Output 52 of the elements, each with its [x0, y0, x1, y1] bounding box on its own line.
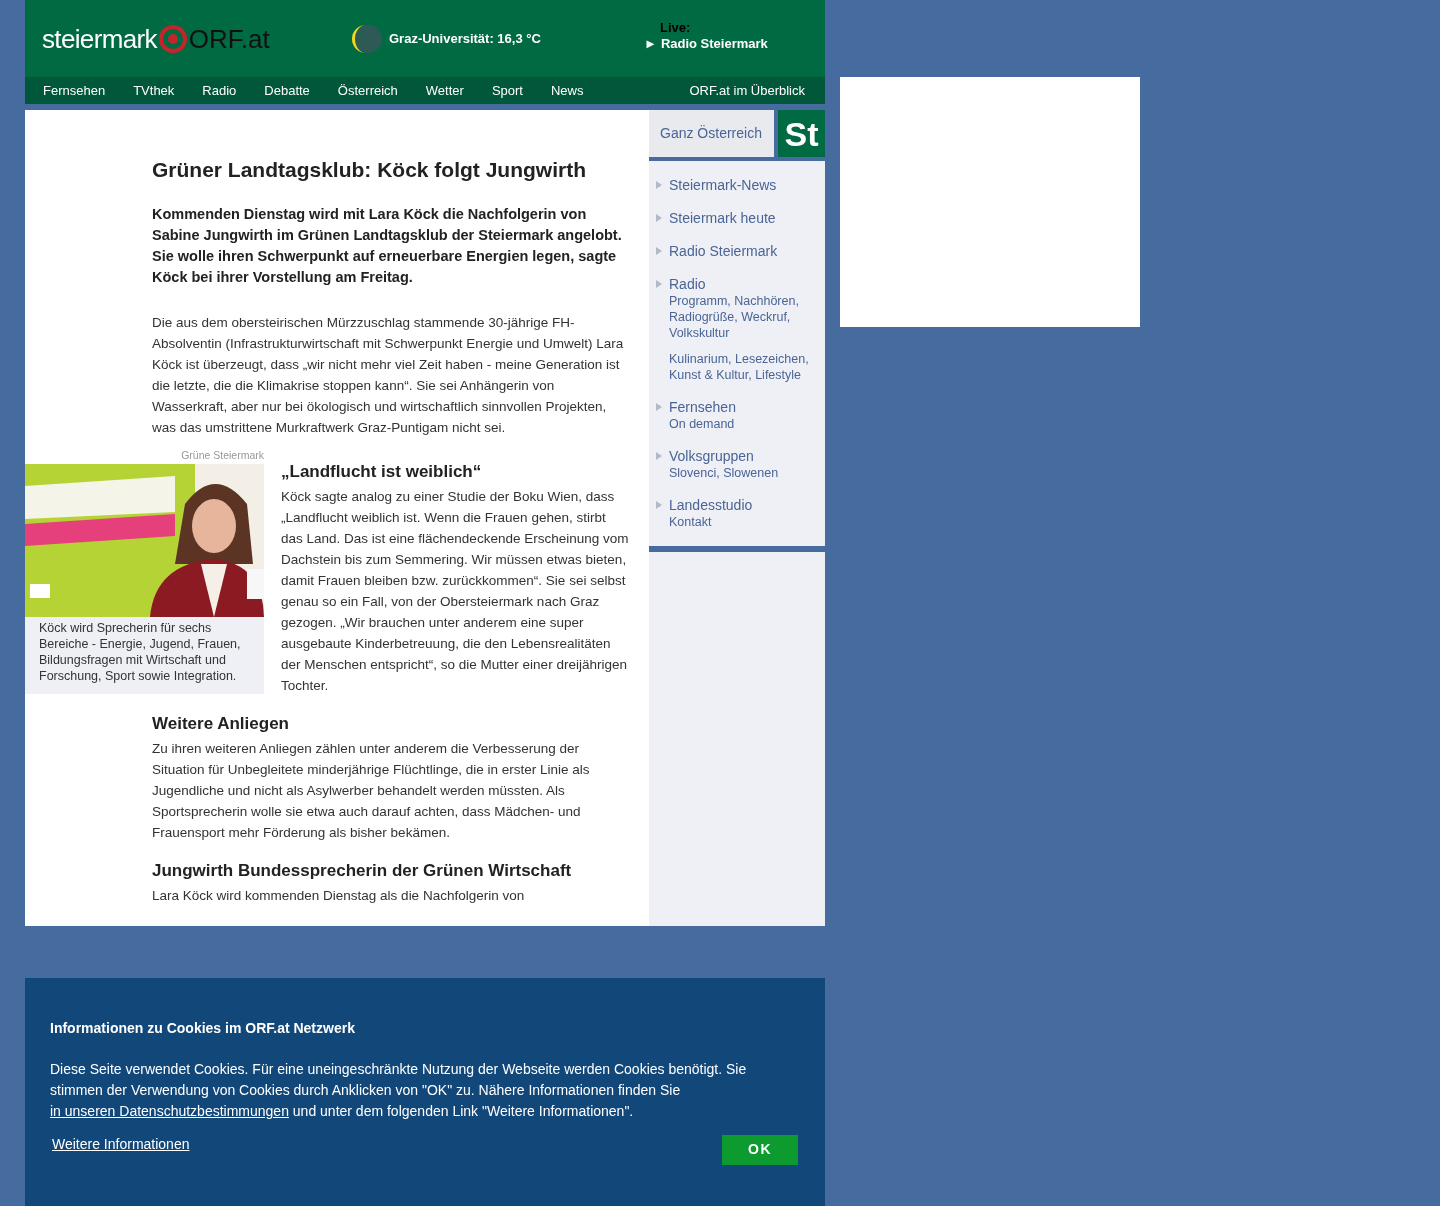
bullet-icon — [656, 181, 662, 189]
bullet-icon — [656, 247, 662, 255]
live-label: Live: — [659, 19, 692, 36]
article-lead: Kommenden Dienstag wird mit Lara Köck die Nachfolgerin von Sabine Jungwirth im Grünen Landtagsklub der Steiermark angelobt. Sie wolle ihren Schwerpunkt auf erneuerbare Energien legen, sagte Köck bei ihrer Vorstellung am Freitag. — [152, 205, 623, 287]
nav-link[interactable]: ORF.at im Überblick — [689, 80, 807, 101]
sidebar-sublink[interactable]: Programm, Nachhören, Radiogrüße, Weckruf, Volkskultur — [669, 293, 818, 341]
photo-credit: Grüne Steiermark — [181, 448, 264, 463]
bullet-icon — [656, 214, 662, 222]
sidebar-link[interactable]: Steiermark-News — [669, 177, 777, 194]
sidebar-sublink[interactable]: Kontakt — [669, 514, 753, 530]
privacy-link[interactable]: in unseren Datenschutzbestimmungen — [50, 1103, 289, 1119]
region-badge[interactable]: St — [778, 110, 825, 157]
target-icon — [158, 24, 187, 53]
bullet-icon — [656, 501, 662, 509]
live-radio-link[interactable]: ► Radio Steiermark — [644, 35, 768, 52]
nav-link[interactable]: News — [550, 80, 584, 101]
more-info-link[interactable]: Weitere Informationen — [52, 1134, 190, 1155]
cookie-text: Diese Seite verwendet Cookies. Für eine uneingeschränkte Nutzung der Webseite werden Cookies benötigt. Sie stimmen der Verwendung von Cookies durch Anklicken von "OK" zu. Nähere Informationen finden Sie in unseren Datenschutzbestimmungen und unter dem folgenden Link "Weitere Informationen". — [50, 1060, 748, 1121]
bullet-icon — [656, 452, 662, 460]
nav-link[interactable]: Österreich — [337, 80, 398, 101]
article-paragraph: Lara Köck wird kommenden Dienstag als die Nachfolgerin von — [152, 887, 526, 905]
sidebar-link[interactable]: Steiermark heute — [669, 210, 776, 227]
moon-icon — [350, 22, 382, 55]
nav-link[interactable]: Fernsehen — [43, 80, 106, 101]
section-heading: Jungwirth Bundessprecherin der Grünen Wirtschaft — [152, 860, 573, 882]
section-heading: Weitere Anliegen — [152, 713, 290, 735]
nav-link[interactable]: Sport — [491, 80, 523, 101]
article-paragraph: Die aus dem obersteirischen Mürzzuschlag stammende 30-jährige FH-Absolventin (Infrastrukturwirtschaft mit Schwerpunkt Energie und Umwelt) Lara Köck ist überzeugt, dass „wir nicht mehr viel Zeit haben - meine Generation ist die letzte, die die Klimakrise stoppen kann“. Sie sei Anhängerin von Wasserkraft, aber nur bei ökologisch und wirtschaftlich sinnvollen Projekten, was das umstrittene Murkraftwerk Graz-Puntigam nicht sei. — [152, 314, 625, 437]
nav-link[interactable]: TVthek — [133, 80, 175, 101]
article-paragraph: Zu ihren weiteren Anliegen zählen unter anderem die Verbesserung der Situation für Unbegleitete minderjährige Flüchtlinge, die in erster Linie als Jugendliche und nicht als Asylwerber behandelt werden müssten. Als Sportsprecherin wolle sie etwa auch darauf achten, dass Mädchen- und Frauensport mehr Förderung als bisher bekämen. — [152, 740, 591, 842]
region-switch-tab[interactable]: Ganz Österreich — [649, 110, 774, 157]
ok-button[interactable]: OK — [722, 1134, 798, 1165]
article-title: Grüner Landtagsklub: Köck folgt Jungwirth — [152, 157, 587, 183]
article-paragraph: Köck sagte analog zu einer Studie der Boku Wien, dass „Landflucht weiblich ist. Wenn die Frauen gehen, stirbt das Land. Das ist eine flächendeckende Erscheinung vom Dachstein bis zum Semmering. Wir müssen etwas bieten, damit Frauen bleiben bzw. zurückkommen“. Sie sei selbst genau so ein Fall, von der Obersteiermark nach Graz gezogen. „Wir brauchen unter anderem eine super ausgebaute Kinderbetreuung, die den Lebensrealitäten der Menschen entspricht“, so die Mutter einer dreijährigen Tochter. — [281, 488, 630, 695]
sidebar-link[interactable]: Landesstudio — [669, 497, 753, 514]
nav-link[interactable]: Debatte — [264, 80, 310, 101]
nav-link[interactable]: Radio — [202, 80, 237, 101]
nav-link[interactable]: Wetter — [425, 80, 464, 101]
bullet-icon — [656, 280, 662, 288]
sidebar-link[interactable]: Volksgruppen — [669, 448, 779, 465]
sidebar-link[interactable]: Radio Steiermark — [669, 243, 778, 260]
sidebar-sublink[interactable]: Slovenci, Slowenen — [669, 465, 779, 481]
site-logo[interactable]: steiermark ORF.at — [42, 24, 350, 53]
section-heading: „Landflucht ist weiblich“ — [281, 461, 483, 483]
sidebar-link[interactable]: Fernsehen — [669, 399, 736, 416]
sidebar-link[interactable]: Radio — [669, 276, 818, 293]
bullet-icon — [656, 403, 662, 411]
sidebar-sublink[interactable]: On demand — [669, 416, 736, 432]
cookie-title: Informationen zu Cookies im ORF.at Netzwerk — [50, 1019, 356, 1037]
photo-caption: Köck wird Sprecherin für sechs Bereiche - Energie, Jugend, Frauen, Bildungsfragen mit Wirtschaft und Forschung, Sport sowie Integration. — [38, 619, 242, 684]
weather-reading[interactable]: Graz-Universität: 16,3 °C — [389, 28, 644, 49]
sidebar-sublink[interactable]: Kulinarium, Lesezeichen, Kunst & Kultur, Lifestyle — [669, 351, 818, 383]
